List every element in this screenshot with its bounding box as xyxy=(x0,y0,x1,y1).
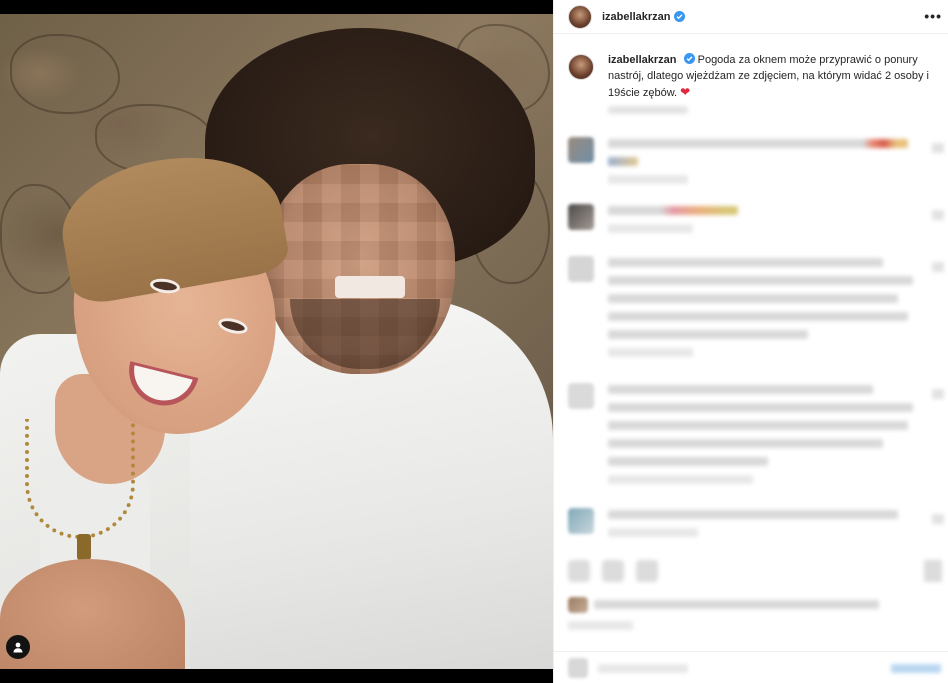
like-comment-icon[interactable] xyxy=(932,210,944,220)
verified-badge-icon xyxy=(683,53,695,64)
blurred-comment-meta xyxy=(608,475,753,484)
blurred-comment-text xyxy=(608,510,898,519)
avatar[interactable] xyxy=(568,204,594,230)
comment-icon[interactable] xyxy=(602,560,624,582)
blurred-comment-meta xyxy=(608,224,693,233)
post-photo[interactable] xyxy=(0,14,553,669)
caption-avatar[interactable] xyxy=(568,54,594,80)
stone-wall-texture xyxy=(10,34,120,114)
blurred-comment-meta xyxy=(608,528,698,537)
like-comment-icon[interactable] xyxy=(932,143,944,153)
necklace-pendant xyxy=(77,534,91,560)
share-icon[interactable] xyxy=(636,560,658,582)
blurred-publish-button[interactable] xyxy=(891,664,941,673)
blurred-comment-text xyxy=(608,403,913,412)
avatar[interactable] xyxy=(568,508,594,534)
woman-necklace xyxy=(25,419,135,539)
blurred-comment-text xyxy=(608,157,638,166)
caption-username[interactable]: izabellakrzan xyxy=(608,54,676,66)
more-options-icon[interactable]: ••• xyxy=(924,8,942,24)
heart-emoji-icon: ❤ xyxy=(680,85,691,99)
avatar[interactable] xyxy=(568,137,594,163)
like-comment-icon[interactable] xyxy=(932,262,944,272)
post-photo-container xyxy=(0,0,553,683)
like-comment-icon[interactable] xyxy=(932,389,944,399)
man-smile xyxy=(335,276,405,298)
blurred-comment-text xyxy=(608,206,738,215)
blurred-comment-text xyxy=(608,385,873,394)
blurred-likes-text xyxy=(594,600,879,609)
add-comment-bar xyxy=(554,651,948,683)
post-caption: izabellakrzan Pogoda za oknem może przyp… xyxy=(568,52,938,114)
blurred-comment-text xyxy=(608,276,913,285)
avatar[interactable] xyxy=(568,4,592,29)
blurred-comment-input[interactable] xyxy=(598,664,688,673)
header-username[interactable]: izabellakrzan xyxy=(602,11,670,23)
blurred-comment-text xyxy=(608,330,808,339)
blurred-comment-text xyxy=(608,439,883,448)
verified-badge-icon xyxy=(674,11,686,22)
post-side-panel: izabellakrzan ••• izabellakrzan Pogoda z… xyxy=(553,0,948,683)
like-icon[interactable] xyxy=(568,560,590,582)
blurred-comment-text xyxy=(608,312,908,321)
person-icon xyxy=(13,642,23,653)
caption-text-block: izabellakrzan Pogoda za oknem może przyp… xyxy=(608,52,938,101)
blurred-comment-meta xyxy=(608,348,693,357)
blurred-post-date xyxy=(568,621,633,630)
blurred-comment-text xyxy=(608,258,883,267)
blurred-comment-text xyxy=(608,294,898,303)
post-header: izabellakrzan ••• xyxy=(554,0,948,34)
blurred-comment-meta xyxy=(608,175,688,184)
likes-row xyxy=(568,597,898,630)
post-action-bar xyxy=(568,560,658,582)
blurred-comment-text xyxy=(608,421,908,430)
caption-timestamp-blurred xyxy=(608,106,688,114)
avatar[interactable] xyxy=(568,597,588,613)
save-bookmark-icon[interactable] xyxy=(924,560,942,582)
like-comment-icon[interactable] xyxy=(932,514,944,524)
blurred-comment-text xyxy=(608,457,768,466)
avatar[interactable] xyxy=(568,256,594,282)
avatar[interactable] xyxy=(568,383,594,409)
blurred-comment-text xyxy=(608,139,908,148)
emoji-icon[interactable] xyxy=(568,658,588,678)
user-tag-icon[interactable] xyxy=(6,635,30,659)
